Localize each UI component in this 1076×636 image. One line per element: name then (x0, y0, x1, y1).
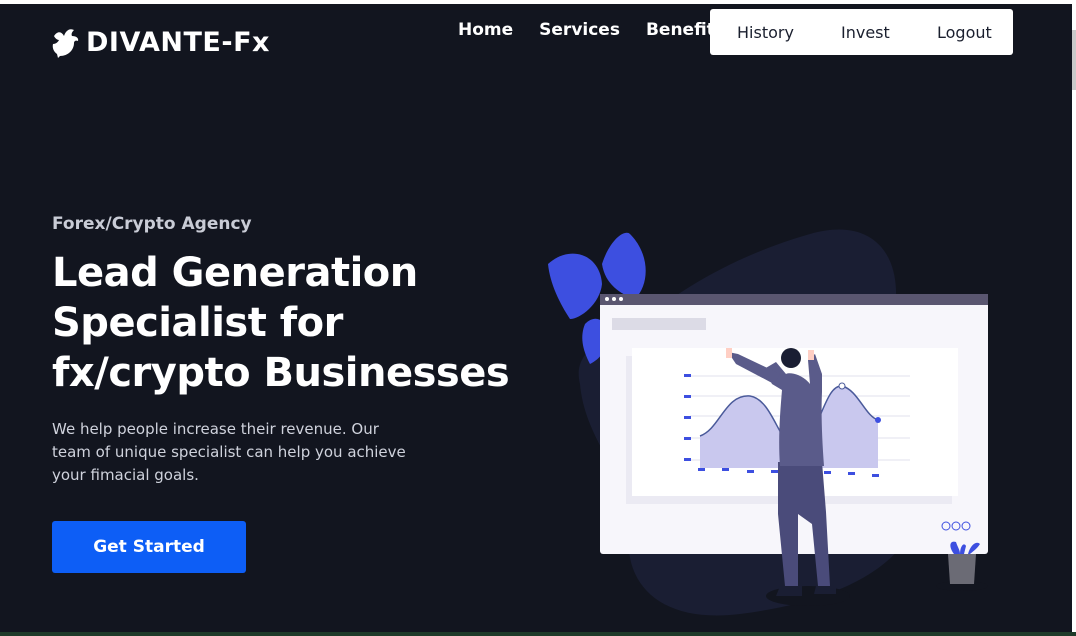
nav-services-link[interactable]: Services (539, 20, 620, 40)
placeholder-bar (612, 318, 706, 330)
nav-logout-link[interactable]: Logout (937, 23, 992, 42)
leaf-shape (602, 232, 646, 299)
nav-invest-link[interactable]: Invest (841, 23, 890, 42)
dove-icon (52, 29, 79, 58)
headline-line: Lead Generation (52, 250, 418, 296)
hero-illustration (548, 229, 988, 616)
hero-headline: Lead Generation Specialist for fx/crypto… (52, 248, 512, 398)
nav-history-link[interactable]: History (737, 23, 794, 42)
plant-pot (948, 554, 976, 584)
nav-home-link[interactable]: Home (458, 20, 513, 40)
get-started-button[interactable]: Get Started (52, 521, 246, 573)
scrollbar-track[interactable] (1072, 0, 1076, 636)
brand-name: DIVANTE-Fx (86, 26, 270, 58)
brand-logo[interactable]: DIVANTE-Fx (52, 26, 270, 58)
hero-eyebrow: Forex/Crypto Agency (52, 214, 252, 234)
landing-page: DIVANTE-Fx Home Services Benefits Histor… (0, 4, 1072, 632)
main-nav: Home Services Benefits (458, 20, 751, 40)
person-head (781, 348, 801, 368)
hero-description: We help people increase their revenue. O… (52, 420, 406, 484)
bottom-border (0, 632, 1076, 636)
headline-line: fx/crypto Businesses (52, 350, 510, 396)
leaf-shape (548, 253, 602, 319)
account-nav: History Invest Logout (710, 9, 1013, 55)
scrollbar-thumb[interactable] (1072, 30, 1076, 90)
headline-line: Specialist for (52, 300, 343, 346)
browser-titlebar (600, 294, 988, 305)
